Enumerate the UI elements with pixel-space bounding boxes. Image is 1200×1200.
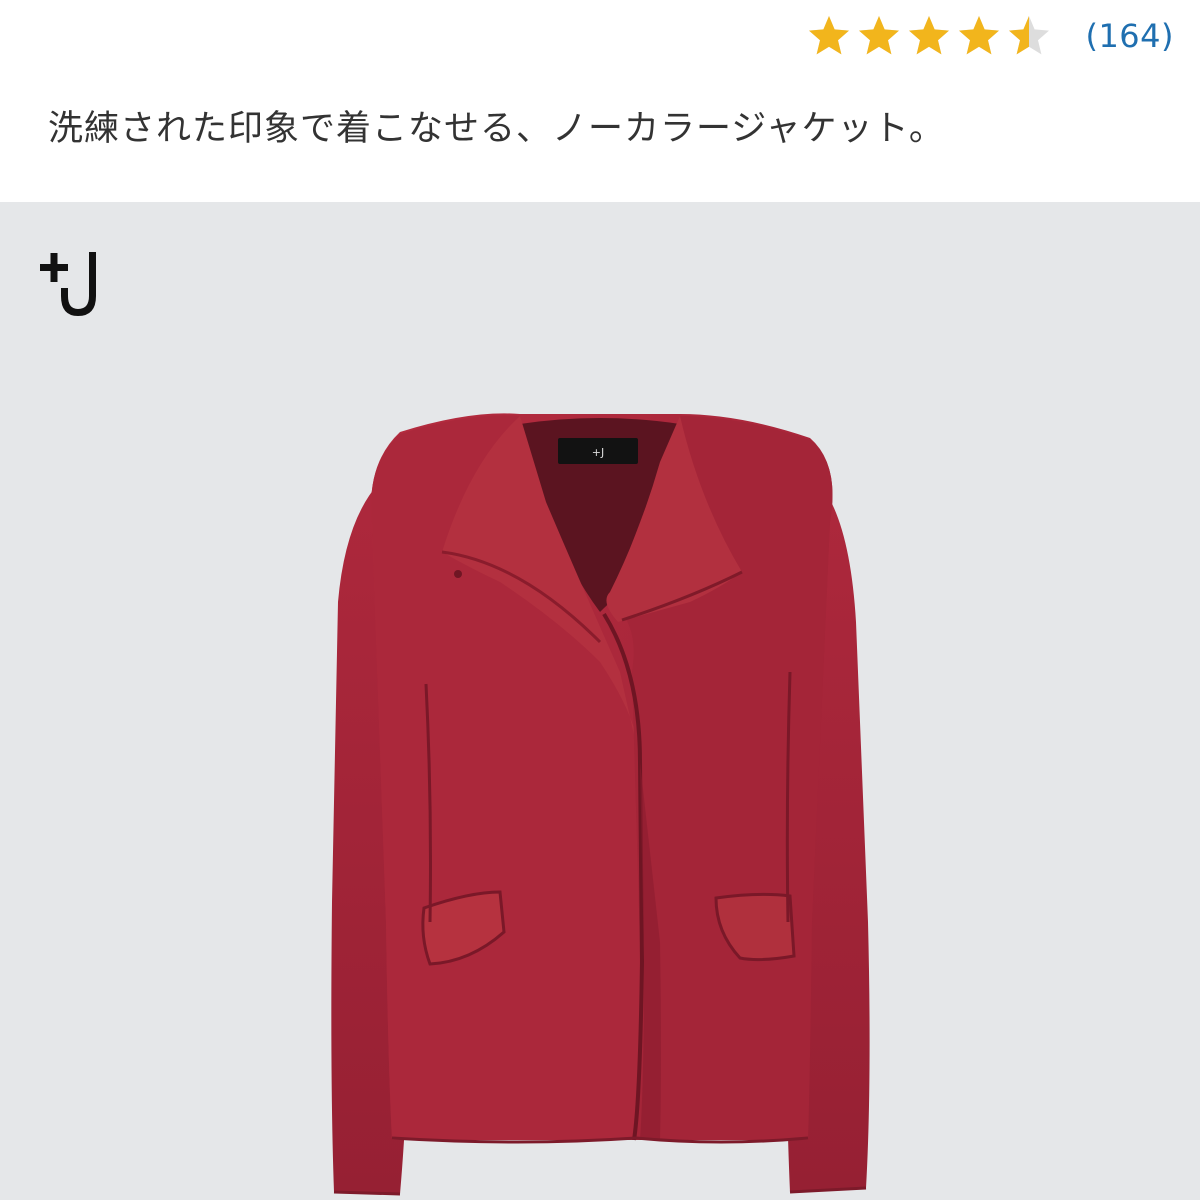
review-count-link[interactable]: (164) bbox=[1085, 17, 1174, 55]
product-page: (164) 洗練された印象で着こなせる、ノーカラージャケット。 +J bbox=[0, 0, 1200, 1200]
star-full-icon bbox=[859, 16, 900, 55]
star-half-icon bbox=[1009, 16, 1050, 55]
rating-row[interactable]: (164) bbox=[807, 8, 1174, 64]
star-full-icon bbox=[809, 16, 850, 55]
product-image[interactable]: +J bbox=[0, 202, 1200, 1200]
star-rating bbox=[807, 14, 1051, 58]
jacket-photo: +J bbox=[331, 413, 870, 1196]
svg-text:+J: +J bbox=[592, 446, 604, 459]
star-full-icon bbox=[959, 16, 1000, 55]
star-full-icon bbox=[909, 16, 950, 55]
product-description: 洗練された印象で着こなせる、ノーカラージャケット。 bbox=[48, 109, 945, 149]
